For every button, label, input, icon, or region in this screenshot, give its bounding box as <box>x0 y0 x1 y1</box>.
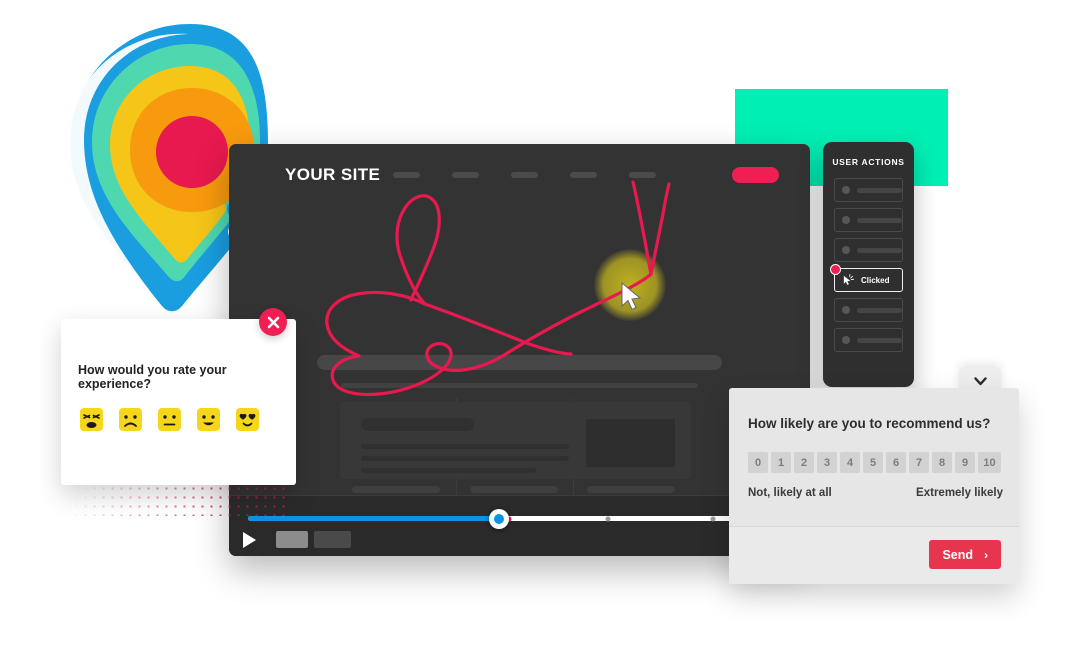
arrow-cursor-icon <box>620 281 644 312</box>
nav-item-placeholder[interactable] <box>629 172 656 178</box>
hero-title-placeholder <box>317 355 722 370</box>
rating-survey-card: How would you rate your experience? <box>61 319 296 485</box>
close-button[interactable] <box>259 308 287 336</box>
nps-score-3[interactable]: 3 <box>817 452 837 473</box>
nps-score-0[interactable]: 0 <box>748 452 768 473</box>
user-action-row[interactable] <box>834 208 903 232</box>
user-action-row[interactable] <box>834 298 903 322</box>
nps-low-label: Not, likely at all <box>748 487 832 499</box>
nps-legend: Not, likely at all Extremely likely <box>748 487 1003 499</box>
nav-item-placeholder[interactable] <box>570 172 597 178</box>
nps-high-label: Extremely likely <box>916 487 1003 499</box>
nps-footer: Send › <box>729 526 1019 584</box>
video-player-bar <box>229 495 810 556</box>
send-button-label: Send <box>942 547 973 562</box>
click-cursor-icon <box>842 273 855 287</box>
close-icon <box>267 316 279 328</box>
card-title-placeholder <box>361 418 474 431</box>
user-actions-list: Clicked <box>823 178 914 352</box>
send-button[interactable]: Send › <box>929 540 1001 569</box>
click-marker-dot <box>830 264 841 275</box>
video-scrubber-handle[interactable] <box>488 508 509 529</box>
action-bullet-icon <box>842 336 850 344</box>
player-control-button[interactable] <box>276 531 308 548</box>
action-text-placeholder <box>857 217 902 223</box>
nps-score-4[interactable]: 4 <box>840 452 860 473</box>
site-nav-placeholders <box>393 172 656 178</box>
site-content-card <box>340 402 691 479</box>
happy-face-icon[interactable] <box>196 407 221 432</box>
nps-scale: 0 1 2 3 4 5 6 7 8 9 10 <box>748 452 1001 473</box>
action-bullet-icon <box>842 306 850 314</box>
action-text-placeholder <box>857 247 902 253</box>
user-action-row-clicked[interactable]: Clicked <box>830 264 903 292</box>
nps-score-8[interactable]: 8 <box>932 452 952 473</box>
user-actions-panel: USER ACTIONS Clicked <box>823 142 914 387</box>
action-text-placeholder <box>857 307 902 313</box>
rating-question: How would you rate your experience? <box>78 363 227 391</box>
neutral-face-icon[interactable] <box>157 407 182 432</box>
timeline-marker[interactable] <box>710 516 716 521</box>
card-text-line <box>361 444 569 449</box>
nav-item-placeholder[interactable] <box>511 172 538 178</box>
card-text-line <box>361 468 536 473</box>
play-button-icon[interactable] <box>243 532 256 548</box>
card-text-line <box>361 456 569 461</box>
chevron-down-icon <box>973 376 987 385</box>
chevron-right-icon: › <box>984 547 988 562</box>
illustration-stage: YOUR SITE BUSINESS PRO BASIC <box>0 0 1080 658</box>
rating-emoji-row <box>79 407 260 432</box>
user-action-row[interactable] <box>834 238 903 262</box>
nps-score-1[interactable]: 1 <box>771 452 791 473</box>
site-header: YOUR SITE <box>229 144 810 204</box>
angry-face-icon[interactable] <box>79 407 104 432</box>
action-bullet-icon <box>842 186 850 194</box>
nps-survey-card: How likely are you to recommend us? 0 1 … <box>729 388 1019 584</box>
action-bullet-icon <box>842 246 850 254</box>
video-progress-fill <box>248 516 499 521</box>
action-text-placeholder <box>857 187 902 193</box>
site-cta-button[interactable] <box>732 167 779 183</box>
nps-score-10[interactable]: 10 <box>978 452 1001 473</box>
nps-question: How likely are you to recommend us? <box>748 416 991 431</box>
player-control-button[interactable] <box>314 531 351 548</box>
sad-face-icon[interactable] <box>118 407 143 432</box>
website-mockup-window: YOUR SITE BUSINESS PRO BASIC <box>229 144 810 556</box>
nps-score-2[interactable]: 2 <box>794 452 814 473</box>
user-action-row[interactable] <box>834 178 903 202</box>
nav-item-placeholder[interactable] <box>393 172 420 178</box>
action-bullet-icon <box>842 216 850 224</box>
nps-score-7[interactable]: 7 <box>909 452 929 473</box>
site-logo: YOUR SITE <box>285 165 381 184</box>
hero-subtitle-placeholder <box>341 383 698 388</box>
user-actions-title: USER ACTIONS <box>832 157 905 167</box>
nps-score-9[interactable]: 9 <box>955 452 975 473</box>
user-action-label: Clicked <box>861 275 890 285</box>
nps-score-5[interactable]: 5 <box>863 452 883 473</box>
love-face-icon[interactable] <box>235 407 260 432</box>
action-text-placeholder <box>857 337 902 343</box>
nav-item-placeholder[interactable] <box>452 172 479 178</box>
timeline-marker[interactable] <box>605 516 611 521</box>
user-action-row[interactable] <box>834 328 903 352</box>
nps-score-6[interactable]: 6 <box>886 452 906 473</box>
video-scrubber-track[interactable] <box>248 508 810 529</box>
card-image-placeholder <box>586 419 675 467</box>
